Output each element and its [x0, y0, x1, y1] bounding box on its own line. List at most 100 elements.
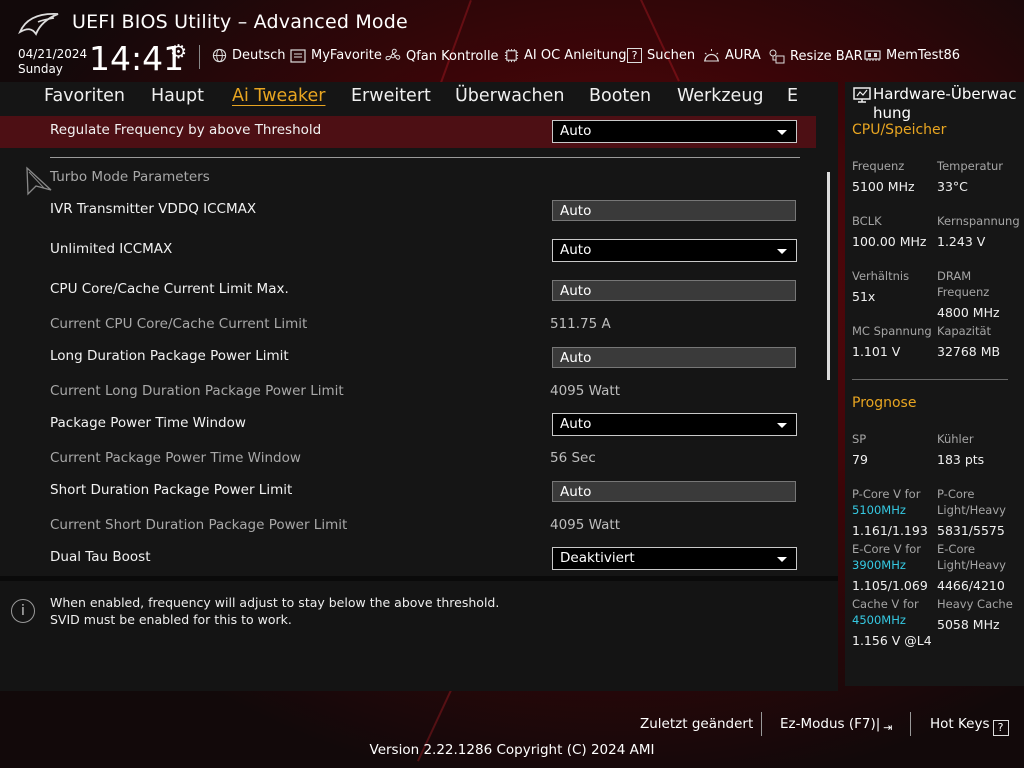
unlimited-iccmax-select[interactable]: Auto [552, 239, 797, 262]
aura-label: AURA [725, 48, 761, 63]
long-duration-power-limit-field[interactable]: Auto [552, 347, 796, 368]
monitor-icon [853, 87, 871, 103]
favorite-icon [290, 48, 306, 63]
help-panel: i When enabled, frequency will adjust to… [0, 576, 838, 691]
hardware-monitor-title: Hardware-Überwac hung [873, 85, 1017, 122]
myfavorite-button[interactable]: MyFavorite [290, 48, 382, 63]
hw-divider [852, 379, 1008, 380]
hw-label: Light/Heavy [937, 558, 1006, 572]
tab-ueberwachen[interactable]: Überwachen [455, 86, 565, 106]
ai-chip-icon [504, 48, 519, 63]
readonly-value: 56 Sec [550, 450, 596, 466]
scrollbar[interactable] [827, 172, 830, 380]
aura-button[interactable]: AURA [703, 48, 761, 63]
short-duration-power-limit-field[interactable]: Auto [552, 481, 796, 502]
prognose-section-title: Prognose [852, 395, 917, 411]
chevron-down-icon [777, 249, 787, 254]
resize-bar-button[interactable]: Resize BAR [768, 48, 863, 64]
readonly-value: 511.75 A [550, 316, 611, 332]
tab-ai-tweaker[interactable]: Ai Tweaker [232, 86, 325, 106]
hw-value: 4466/4210 [937, 578, 1005, 593]
hw-label: Kühler [937, 432, 974, 446]
hw-freq-label: 3900MHz [852, 558, 906, 572]
memtest-label: MemTest86 [886, 48, 961, 63]
hw-label: DRAM [937, 269, 972, 283]
help-text-line: When enabled, frequency will adjust to s… [50, 595, 500, 610]
hw-value: 79 [852, 452, 868, 467]
resize-bar-icon [769, 49, 785, 64]
hw-freq-label: 5100MHz [852, 503, 906, 517]
language-label: Deutsch [232, 48, 286, 63]
ivr-vddq-iccmax-field[interactable]: Auto [552, 200, 796, 221]
tab-favoriten[interactable]: Favoriten [44, 86, 125, 106]
hot-keys-label: Hot Keys [930, 716, 990, 732]
search-button[interactable]: ? Suchen [627, 48, 695, 63]
hw-value: 32768 MB [937, 344, 1001, 359]
readonly-value: 4095 Watt [550, 383, 620, 399]
settings-list: Regulate Frequency by above Threshold Au… [0, 116, 838, 576]
hot-keys-button[interactable]: Hot Keys? [930, 716, 1009, 736]
tab-erweitert[interactable]: Erweitert [351, 86, 431, 106]
hw-label: E-Core V for [852, 542, 922, 556]
search-label: Suchen [647, 48, 696, 63]
tab-exit[interactable]: E [787, 86, 798, 106]
regulate-frequency-select[interactable]: Auto [552, 120, 797, 143]
exit-arrow-icon: ⇥ [883, 721, 893, 734]
tab-haupt[interactable]: Haupt [151, 86, 204, 106]
header-divider [199, 45, 200, 69]
date-display: 04/21/2024 Sunday [18, 47, 87, 77]
hw-label: Temperatur [937, 159, 1004, 173]
language-button[interactable]: Deutsch [212, 48, 286, 63]
hw-value: 1.156 V @L4 [852, 633, 932, 648]
hw-freq-label: 4500MHz [852, 613, 906, 627]
ai-oc-guide-button[interactable]: AI OC Anleitung [504, 48, 626, 63]
last-changed-button[interactable]: Zuletzt geändert [640, 716, 753, 732]
day-text: Sunday [18, 62, 63, 76]
select-value: Auto [560, 416, 592, 432]
tab-bar: Favoriten Haupt Ai Tweaker Erweitert Übe… [0, 82, 838, 112]
setting-label: IVR Transmitter VDDQ ICCMAX [50, 201, 257, 217]
chevron-down-icon [777, 130, 787, 135]
hw-label: SP [852, 432, 867, 446]
myfavorite-label: MyFavorite [311, 48, 382, 63]
chevron-down-icon [777, 557, 787, 562]
section-divider [50, 157, 800, 158]
qfan-button[interactable]: Qfan Kontrolle [385, 48, 499, 64]
ez-mode-button[interactable]: Ez-Modus (F7)| ⇥ [780, 716, 893, 737]
version-text: Version 2.22.1286 Copyright (C) 2024 AMI [369, 742, 655, 758]
ez-mode-label: Ez-Modus (F7)| [780, 716, 881, 732]
gear-icon[interactable]: ⚙ [170, 41, 187, 63]
footer-bar: Zuletzt geändert Ez-Modus (F7)| ⇥ Hot Key… [0, 686, 1024, 768]
fan-icon [385, 48, 401, 61]
setting-label: Dual Tau Boost [50, 549, 151, 565]
package-power-time-window-select[interactable]: Auto [552, 413, 797, 436]
main-panel: Favoriten Haupt Ai Tweaker Erweitert Übe… [0, 82, 838, 691]
select-value: Auto [560, 242, 592, 258]
hw-label: E-Core [937, 542, 976, 556]
dual-tau-boost-select[interactable]: Deaktiviert [552, 547, 797, 570]
hw-label: P-Core V for [852, 487, 921, 501]
select-value: Auto [560, 123, 592, 139]
cpu-current-limit-field[interactable]: Auto [552, 280, 796, 301]
hw-value: 1.101 V [852, 344, 901, 359]
app-title: UEFI BIOS Utility – Advanced Mode [72, 11, 408, 33]
footer-divider [761, 712, 762, 736]
date-text: 04/21/2024 [18, 47, 88, 61]
hw-value: 51x [852, 289, 876, 304]
aura-icon [704, 49, 719, 62]
hw-value: 1.243 V [937, 234, 986, 249]
readonly-label: Current Package Power Time Window [50, 450, 301, 466]
tab-werkzeug[interactable]: Werkzeug [677, 86, 764, 106]
hw-label: Frequenz [937, 285, 990, 299]
hw-label: Verhältnis [852, 269, 910, 283]
setting-label: Package Power Time Window [50, 415, 246, 431]
qfan-label: Qfan Kontrolle [406, 48, 499, 64]
hw-label: MC Spannung [852, 324, 932, 338]
select-value: Deaktiviert [560, 550, 635, 566]
setting-label: Regulate Frequency by above Threshold [50, 122, 322, 138]
tab-booten[interactable]: Booten [589, 86, 651, 106]
memtest-button[interactable]: MemTest86 [864, 48, 960, 63]
section-title: Turbo Mode Parameters [50, 169, 210, 185]
hw-label: BCLK [852, 214, 882, 228]
hw-value: 100.00 MHz [852, 234, 927, 249]
